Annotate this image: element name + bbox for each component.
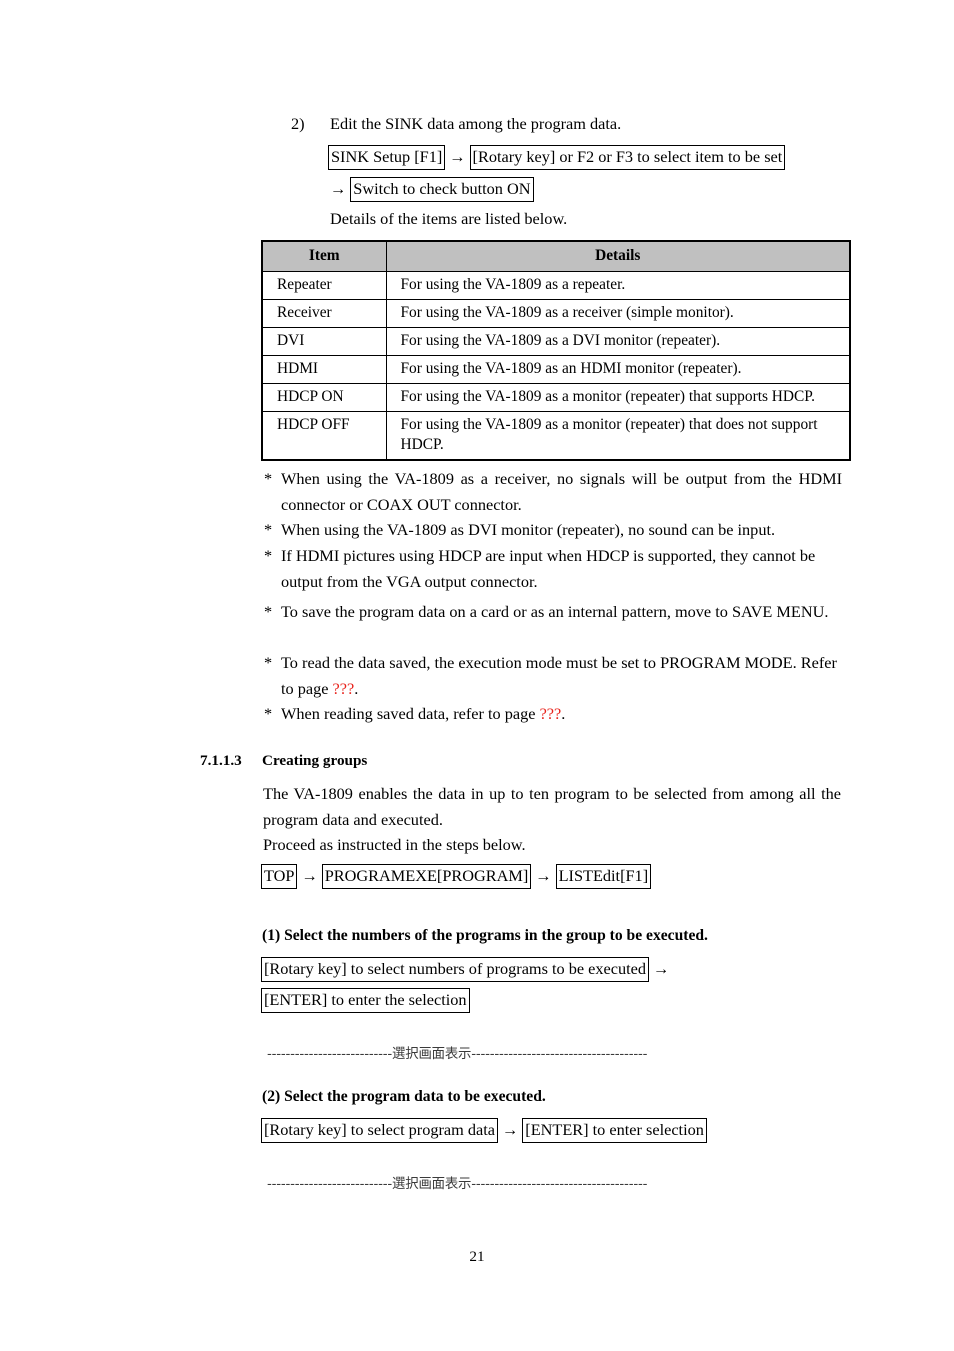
cell-item: Receiver (261, 299, 387, 328)
page-number: 21 (469, 1248, 485, 1265)
chip-rotary-key-select-program-data[interactable]: [Rotary key] to select program data (261, 1118, 499, 1143)
arrow-icon: → (449, 147, 466, 166)
note-marker: * (264, 653, 273, 672)
note-item: * To save the program data on a card or … (264, 599, 842, 625)
table-row: Repeater For using the VA-1809 as a repe… (261, 271, 851, 300)
table-row: HDMI For using the VA-1809 as an HDMI mo… (261, 355, 851, 384)
cell-details: For using the VA-1809 as a repeater. (385, 271, 851, 300)
note-text-suffix: . (354, 678, 359, 698)
sink-setup-sequence-line-2: → Switch to check button ON (330, 177, 534, 202)
chip-top[interactable]: TOP (261, 864, 298, 889)
table-row: Receiver For using the VA-1809 as a rece… (261, 299, 851, 328)
step-2b-screen-separator: ---------------------------選択画面表示-------… (267, 1177, 648, 1192)
step-2-marker: 2) (291, 114, 305, 133)
section-paragraph-1: The VA-1809 enables the data in up to te… (263, 784, 841, 829)
note-item: * If HDMI pictures using HDCP are input … (264, 543, 842, 594)
note-text-prefix: When reading saved data, refer to page (281, 704, 540, 723)
chip-programexe-program[interactable]: PROGRAMEXE[PROGRAM] (321, 864, 532, 889)
page-reference-placeholder: ??? (332, 678, 355, 698)
section-number: 7.1.1.3 (200, 752, 242, 769)
sink-setup-sequence-line-1: SINK Setup [F1] → [Rotary key] or F2 or F3… (328, 145, 786, 170)
note-text-suffix: . (561, 704, 566, 723)
cell-details: For using the VA-1809 as a receiver (sim… (385, 299, 851, 328)
table-row: HDCP OFF For using the VA-1809 as a moni… (261, 411, 851, 461)
note-text: To read the data saved, the execution mo… (281, 650, 842, 701)
note-marker: * (264, 469, 273, 488)
note-marker: * (264, 520, 273, 539)
section-title: Creating groups (262, 752, 368, 769)
table-row: HDCP ON For using the VA-1809 as a monit… (261, 383, 851, 412)
table-header-row: Item Details (261, 240, 851, 272)
note-text: When using the VA-1809 as a receiver, no… (281, 469, 842, 514)
chip-rotary-key-select-item[interactable]: [Rotary key] or F2 or F3 to select item … (469, 145, 786, 170)
cell-item: HDCP OFF (261, 411, 387, 461)
note-marker: * (264, 704, 273, 723)
cell-item: Repeater (261, 271, 387, 300)
step-2b-heading: (2) Select the program data to be execut… (262, 1088, 546, 1105)
chip-sink-setup-f1[interactable]: SINK Setup [F1] (328, 145, 446, 170)
note-item: * When using the VA-1809 as DVI monitor … (264, 517, 842, 543)
table-header-item: Item (261, 240, 387, 272)
note-text: When reading saved data, refer to page ?… (281, 701, 842, 727)
cell-item: DVI (261, 327, 387, 356)
step-1-heading: (1) Select the numbers of the programs i… (262, 927, 708, 944)
table-header-details: Details (385, 240, 851, 272)
chip-rotary-key-select-numbers[interactable]: [Rotary key] to select numbers of progra… (261, 957, 650, 982)
section-paragraph-2: Proceed as instructed in the steps below… (263, 835, 526, 854)
cell-details: For using the VA-1809 as a DVI monitor (… (385, 327, 851, 356)
cell-details: For using the VA-1809 as an HDMI monitor… (385, 355, 851, 384)
note-text: To save the program data on a card or as… (281, 602, 829, 621)
chip-listedit-f1[interactable]: LISTEdit[F1] (555, 864, 652, 889)
note-marker: * (264, 546, 273, 565)
step-1-sequence-line-2: [ENTER] to enter the selection (261, 988, 470, 1013)
cell-item: HDCP ON (261, 383, 387, 412)
chip-enter-to-enter-the-selection[interactable]: [ENTER] to enter the selection (261, 988, 470, 1013)
note-marker: * (264, 602, 273, 621)
page-reference-placeholder: ??? (539, 704, 562, 723)
arrow-icon: → (535, 866, 552, 885)
cell-details: For using the VA-1809 as a monitor (repe… (385, 383, 851, 412)
step-1-sequence-line-1: [Rotary key] to select numbers of progra… (261, 957, 673, 982)
sink-items-table-wrapper: Item Details Repeater For using the VA-1… (261, 240, 851, 461)
note-text: When using the VA-1809 as DVI monitor (r… (281, 520, 776, 539)
step-2b-sequence: [Rotary key] to select program data → [ENT… (261, 1118, 707, 1143)
step-2-text: Edit the SINK data among the program dat… (330, 114, 622, 133)
navigation-path-sequence: TOP → PROGRAMEXE[PROGRAM] → LISTEdit[F1] (261, 864, 652, 889)
note-text: If HDMI pictures using HDCP are input wh… (281, 546, 816, 591)
sink-items-table: Item Details Repeater For using the VA-1… (261, 240, 851, 461)
step-1-screen-separator: ---------------------------選択画面表示-------… (267, 1047, 648, 1062)
cell-details: For using the VA-1809 as a monitor (repe… (385, 411, 851, 461)
document-page: 2) Edit the SINK data among the program … (0, 0, 954, 1351)
table-row: DVI For using the VA-1809 as a DVI monit… (261, 327, 851, 356)
chip-enter-to-enter-selection[interactable]: [ENTER] to enter selection (522, 1118, 707, 1143)
cell-item: HDMI (261, 355, 387, 384)
arrow-icon: → (330, 179, 347, 198)
note-item: * When using the VA-1809 as a receiver, … (264, 466, 842, 517)
arrow-icon: → (502, 1120, 519, 1139)
arrow-icon: → (653, 959, 670, 978)
note-item: * To read the data saved, the execution … (264, 650, 842, 701)
chip-switch-check-button-on[interactable]: Switch to check button ON (350, 177, 534, 202)
arrow-icon: → (301, 866, 318, 885)
note-text-prefix: To read the data saved, the execution mo… (281, 653, 837, 698)
note-item: * When reading saved data, refer to page… (264, 701, 842, 727)
details-intro-text: Details of the items are listed below. (330, 209, 568, 228)
